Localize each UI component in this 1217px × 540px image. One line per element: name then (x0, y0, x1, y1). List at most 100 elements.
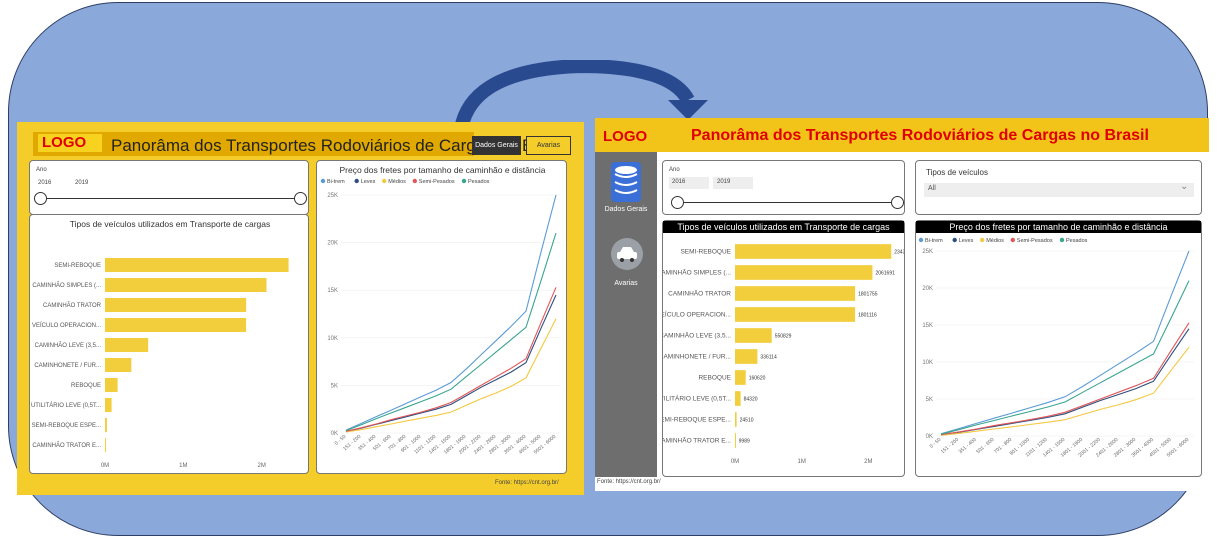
slider-track[interactable] (40, 198, 300, 199)
bar (105, 278, 267, 292)
ano-start[interactable]: 2016 (38, 180, 51, 186)
line-chart-title: Preço dos fretes por tamanho de caminhão… (916, 221, 1201, 233)
series-line (345, 287, 557, 432)
logo: LOGO (603, 128, 648, 145)
legend-marker (980, 237, 985, 243)
y-tick-label: 5K (331, 383, 338, 389)
legend-marker (412, 178, 417, 184)
bar (735, 433, 736, 448)
bar-value-label: 550829 (775, 334, 792, 340)
y-tick-label: 10K (922, 360, 933, 366)
chevron-down-icon[interactable]: ⌄ (1180, 181, 1188, 192)
x-tick-label: 151 - 200 (940, 437, 960, 455)
bar-category-label: REBOQUE (698, 375, 731, 382)
car-icon[interactable] (611, 238, 643, 270)
bar (105, 398, 112, 412)
right-dashboard: LOGO Panorâma dos Transportes Rodoviário… (595, 118, 1209, 491)
tipos-dropdown[interactable] (924, 183, 1194, 197)
bar-category-label: CAMINHONETE / FUR... (34, 363, 101, 369)
bar-category-label: UTILITÁRIO LEVE (0,5T... (31, 402, 101, 409)
line-chart: Bi-trem Leves Médios Semi-Pesados Pesados 0K 5… (918, 237, 1194, 459)
bar-value-label: 2061691 (875, 271, 895, 277)
bar-category-label: CAMINHÃO LEVE (3,5... (35, 342, 102, 349)
bar (105, 358, 132, 372)
series-line (940, 250, 1190, 435)
bar-category-label: CAMINHÃO SIMPLES (... (32, 282, 101, 289)
bar-category-label: SEMI-REBOQUE ESPE... (32, 423, 102, 429)
series-line (345, 232, 557, 432)
slider-handle-start[interactable] (34, 192, 47, 205)
database-icon[interactable] (611, 162, 641, 202)
x-tick-label: 0M (101, 463, 109, 469)
bar (105, 338, 149, 352)
bar (105, 418, 107, 432)
bar (735, 328, 772, 343)
bar (735, 307, 856, 322)
ano-end[interactable]: 2019 (75, 180, 88, 186)
legend-marker (1010, 237, 1015, 243)
series-line (345, 318, 557, 433)
bar-category-label: CAMINHÃO SIMPLES (... (663, 268, 731, 277)
dados-gerais-button[interactable]: Dados Gerais (472, 136, 521, 155)
legend-label: Leves (361, 179, 376, 185)
line-chart-title: Preço dos fretes por tamanho de caminhão… (339, 165, 546, 175)
bar (105, 438, 106, 452)
series-line (940, 328, 1190, 436)
legend-label: Leves (959, 238, 974, 244)
ano-start[interactable]: 2016 (672, 179, 685, 185)
bar-category-label: CAMINHÃO TRATOR E... (663, 436, 731, 445)
legend-label: Pesados (468, 179, 490, 185)
bar-chart-card: Tipos de veículos utilizados em Transpor… (662, 220, 905, 477)
line-chart-card: Preço dos fretes por tamanho de caminhão… (316, 160, 567, 474)
legend-label: Médios (388, 179, 406, 185)
bar-value-label: 336114 (760, 355, 777, 361)
bar-category-label: CAMINHÃO TRATOR (668, 289, 731, 298)
x-tick-label: 501 - 600 (975, 437, 995, 455)
bar (735, 391, 741, 406)
bar-chart: SEMI-REBOQUE CAMINHÃO SIMPLES (... CAMINHÃ… (31, 258, 289, 469)
y-tick-label: 10K (327, 336, 338, 342)
year-slicer: Ano 2016 2019 (662, 160, 905, 215)
avarias-button[interactable]: Avarias (526, 136, 571, 155)
bar-category-label: VEÍCULO OPERACION... (663, 310, 731, 319)
bar-category-label: UTILITÁRIO LEVE (0,5T... (663, 394, 731, 403)
bar-category-label: CAMINHÃO TRATOR (43, 302, 102, 309)
bar-category-label: SEMI-REBOQUE (680, 249, 731, 256)
slider-handle-end[interactable] (294, 192, 307, 205)
legend-marker (382, 178, 387, 184)
sidebar: Dados Gerais Avarias (595, 152, 657, 477)
bar (105, 318, 247, 332)
slider-handle-end[interactable] (891, 196, 904, 209)
bar (105, 378, 118, 392)
y-tick-label: 25K (922, 249, 933, 255)
legend-marker (1059, 237, 1065, 243)
bar (735, 370, 746, 385)
nav-dados-gerais[interactable]: Dados Gerais (595, 206, 657, 213)
logo: LOGO (38, 134, 102, 152)
ano-end[interactable]: 2019 (717, 179, 730, 185)
nav-avarias[interactable]: Avarias (595, 280, 657, 287)
x-tick-label: 2M (257, 463, 265, 469)
slider-track[interactable] (677, 202, 897, 203)
series-line (940, 322, 1190, 436)
slider-handle-start[interactable] (671, 196, 684, 209)
legend-marker (918, 237, 924, 243)
y-tick-label: 15K (922, 323, 933, 329)
legend-marker (461, 178, 467, 184)
y-tick-label: 5K (926, 397, 933, 403)
y-tick-label: 15K (327, 288, 338, 294)
legend-marker (354, 178, 359, 184)
bar (735, 286, 856, 301)
x-tick-label: 0M (731, 459, 739, 465)
ano-label: Ano (36, 167, 47, 173)
tipos-label: Tipos de veículos (926, 168, 988, 177)
source-footer[interactable]: Fonte: https://cnt.org.br/ (597, 479, 661, 485)
y-tick-label: 20K (922, 286, 933, 292)
bar-value-label: 1801755 (858, 292, 878, 298)
y-tick-label: 0K (926, 434, 933, 440)
source-footer[interactable]: Fonte: https://cnt.org.br/ (495, 480, 559, 486)
year-slicer: Ano 2016 2019 (29, 160, 309, 215)
x-tick-label: 1M (797, 459, 805, 465)
legend-label: Semi-Pesados (419, 179, 455, 185)
x-tick-label: 2M (864, 459, 872, 465)
